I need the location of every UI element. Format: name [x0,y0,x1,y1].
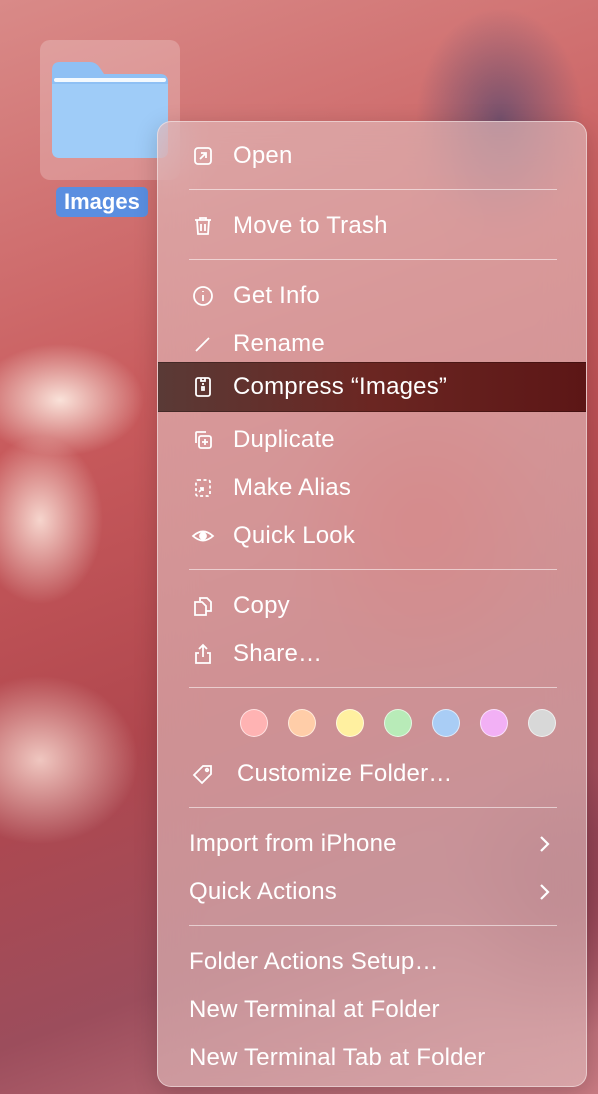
menu-item-open[interactable]: Open [158,132,586,180]
menu-item-label: Copy [233,592,290,619]
copy-icon [188,591,218,621]
menu-item-label: Customize Folder… [237,760,453,787]
menu-item-label: Folder Actions Setup… [189,948,439,975]
tag-gray[interactable] [528,709,556,737]
menu-item-share[interactable]: Share… [158,630,586,678]
menu-item-label: New Terminal at Folder [189,996,440,1023]
menu-item-label: Move to Trash [233,212,388,239]
chevron-right-icon [540,836,550,852]
menu-item-label: Compress “Images” [233,373,448,400]
menu-item-label: Open [233,142,293,169]
menu-item-label: Quick Look [233,522,356,549]
menu-item-get-info[interactable]: Get Info [158,272,586,320]
eye-icon [188,521,218,551]
tag-blue[interactable] [432,709,460,737]
menu-item-new-terminal-tab-at-folder[interactable]: New Terminal Tab at Folder [158,1034,586,1082]
menu-item-move-to-trash[interactable]: Move to Trash [158,202,586,250]
menu-item-rename[interactable]: Rename [158,320,586,368]
desktop: Images Open Move to Trash Get Info Renam… [0,0,598,1094]
menu-item-label: Duplicate [233,426,335,453]
menu-item-label: Import from iPhone [189,830,397,857]
menu-item-label: Make Alias [233,474,352,501]
alias-icon [188,473,218,503]
tag-purple[interactable] [480,709,508,737]
menu-item-customize-folder[interactable]: Customize Folder… [158,750,586,798]
menu-item-label: Share… [233,640,323,667]
pencil-icon [188,329,218,359]
info-icon [188,281,218,311]
menu-item-import-from-iphone[interactable]: Import from iPhone [158,820,586,868]
folder-icon[interactable] [50,60,170,160]
menu-item-label: New Terminal Tab at Folder [189,1044,486,1071]
menu-item-compress[interactable]: Compress “Images” [158,362,586,412]
tag-green[interactable] [384,709,412,737]
duplicate-icon [188,425,218,455]
menu-item-label: Get Info [233,282,320,309]
tag-yellow[interactable] [336,709,364,737]
tag-icon [188,759,218,789]
zip-icon [188,372,218,402]
separator [189,807,557,808]
menu-item-folder-actions-setup[interactable]: Folder Actions Setup… [158,938,586,986]
menu-item-duplicate[interactable]: Duplicate [158,416,586,464]
separator [189,925,557,926]
menu-item-quick-look[interactable]: Quick Look [158,512,586,560]
menu-item-new-terminal-at-folder[interactable]: New Terminal at Folder [158,986,586,1034]
separator [189,189,557,190]
tag-red[interactable] [240,709,268,737]
separator [189,569,557,570]
separator [189,687,557,688]
separator [189,259,557,260]
menu-item-label: Rename [233,330,325,357]
menu-item-label: Quick Actions [189,878,337,905]
menu-item-make-alias[interactable]: Make Alias [158,464,586,512]
folder-name-label[interactable]: Images [56,187,148,217]
tag-color-row [240,709,556,739]
menu-item-quick-actions[interactable]: Quick Actions [158,868,586,916]
chevron-right-icon [540,884,550,900]
menu-item-copy[interactable]: Copy [158,582,586,630]
tag-orange[interactable] [288,709,316,737]
open-icon [188,141,218,171]
share-icon [188,639,218,669]
trash-icon [188,211,218,241]
context-menu: Open Move to Trash Get Info Rename Compr… [157,121,587,1087]
